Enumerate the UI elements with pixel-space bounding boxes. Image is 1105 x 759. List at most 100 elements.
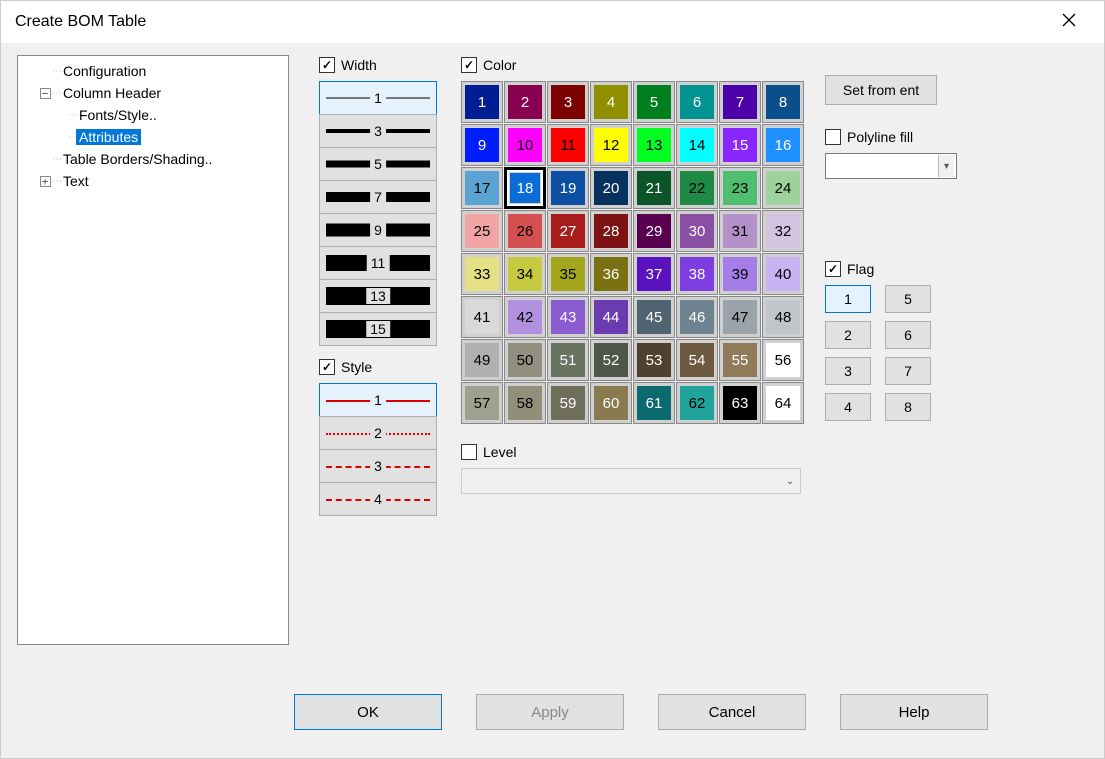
tree-item[interactable]: ⋯Table Borders/Shading.. (22, 148, 284, 170)
polyline-fill-combo[interactable]: ▾ (825, 153, 957, 179)
color-swatch[interactable]: 59 (547, 382, 589, 424)
color-swatch[interactable]: 9 (461, 124, 503, 166)
color-swatch[interactable]: 5 (633, 81, 675, 123)
flag-option[interactable]: 6 (885, 321, 931, 349)
flag-checkbox[interactable] (825, 261, 841, 277)
color-swatch[interactable]: 19 (547, 167, 589, 209)
color-swatch[interactable]: 45 (633, 296, 675, 338)
color-swatch[interactable]: 1 (461, 81, 503, 123)
color-swatch[interactable]: 31 (719, 210, 761, 252)
color-swatch[interactable]: 8 (762, 81, 804, 123)
width-option[interactable]: 7 (319, 180, 437, 214)
width-option[interactable]: 13 (319, 279, 437, 313)
cancel-button[interactable]: Cancel (658, 694, 806, 730)
color-swatch[interactable]: 30 (676, 210, 718, 252)
color-swatch[interactable]: 27 (547, 210, 589, 252)
width-option[interactable]: 11 (319, 246, 437, 280)
help-button[interactable]: Help (840, 694, 988, 730)
style-option[interactable]: 4 (319, 482, 437, 516)
tree-item[interactable]: −⋯Column Header (22, 82, 284, 104)
color-swatch[interactable]: 26 (504, 210, 546, 252)
color-swatch[interactable]: 13 (633, 124, 675, 166)
color-swatch[interactable]: 44 (590, 296, 632, 338)
tree-expander[interactable]: + (38, 176, 52, 187)
color-swatch[interactable]: 25 (461, 210, 503, 252)
tree-item-label[interactable]: Fonts/Style.. (76, 107, 160, 123)
color-swatch[interactable]: 42 (504, 296, 546, 338)
color-swatch[interactable]: 53 (633, 339, 675, 381)
width-option[interactable]: 15 (319, 312, 437, 346)
color-swatch[interactable]: 46 (676, 296, 718, 338)
width-option[interactable]: 5 (319, 147, 437, 181)
flag-option[interactable]: 8 (885, 393, 931, 421)
color-checkbox[interactable] (461, 57, 477, 73)
color-swatch[interactable]: 34 (504, 253, 546, 295)
color-swatch[interactable]: 37 (633, 253, 675, 295)
color-swatch[interactable]: 55 (719, 339, 761, 381)
color-swatch[interactable]: 60 (590, 382, 632, 424)
flag-checkbox-row[interactable]: Flag (825, 259, 961, 279)
apply-button[interactable]: Apply (476, 694, 624, 730)
tree-item-label[interactable]: Configuration (60, 63, 149, 79)
style-option[interactable]: 3 (319, 449, 437, 483)
flag-option[interactable]: 7 (885, 357, 931, 385)
color-swatch[interactable]: 64 (762, 382, 804, 424)
color-swatch[interactable]: 54 (676, 339, 718, 381)
color-swatch[interactable]: 52 (590, 339, 632, 381)
width-checkbox[interactable] (319, 57, 335, 73)
tree-item[interactable]: +⋯Text (22, 170, 284, 192)
color-swatch[interactable]: 43 (547, 296, 589, 338)
color-swatch[interactable]: 38 (676, 253, 718, 295)
color-swatch[interactable]: 48 (762, 296, 804, 338)
width-checkbox-row[interactable]: Width (319, 55, 437, 75)
level-checkbox-row[interactable]: Level (461, 442, 801, 462)
width-option[interactable]: 1 (319, 81, 437, 115)
color-swatch[interactable]: 20 (590, 167, 632, 209)
color-swatch[interactable]: 22 (676, 167, 718, 209)
color-swatch[interactable]: 33 (461, 253, 503, 295)
color-swatch[interactable]: 32 (762, 210, 804, 252)
color-swatch[interactable]: 3 (547, 81, 589, 123)
ok-button[interactable]: OK (294, 694, 442, 730)
color-swatch[interactable]: 16 (762, 124, 804, 166)
tree-item[interactable]: ⋯Fonts/Style.. (22, 104, 284, 126)
polyline-fill-checkbox[interactable] (825, 129, 841, 145)
color-checkbox-row[interactable]: Color (461, 55, 801, 75)
flag-option[interactable]: 4 (825, 393, 871, 421)
tree-item-label[interactable]: Text (60, 173, 92, 189)
flag-option[interactable]: 1 (825, 285, 871, 313)
color-swatch[interactable]: 29 (633, 210, 675, 252)
tree-item-label[interactable]: Attributes (76, 129, 141, 145)
flag-option[interactable]: 2 (825, 321, 871, 349)
tree-item[interactable]: ⋯Attributes (22, 126, 284, 148)
color-swatch[interactable]: 10 (504, 124, 546, 166)
tree-expander[interactable] (38, 65, 52, 77)
color-swatch[interactable]: 57 (461, 382, 503, 424)
color-swatch[interactable]: 56 (762, 339, 804, 381)
style-checkbox[interactable] (319, 359, 335, 375)
tree-item-label[interactable]: Column Header (60, 85, 164, 101)
color-swatch[interactable]: 11 (547, 124, 589, 166)
color-swatch[interactable]: 2 (504, 81, 546, 123)
color-swatch[interactable]: 7 (719, 81, 761, 123)
tree-panel[interactable]: ⋯Configuration−⋯Column Header ⋯Fonts/Sty… (17, 55, 289, 645)
color-swatch[interactable]: 15 (719, 124, 761, 166)
tree-expander[interactable] (38, 153, 52, 165)
level-checkbox[interactable] (461, 444, 477, 460)
polyline-fill-checkbox-row[interactable]: Polyline fill (825, 127, 961, 147)
tree-item-label[interactable]: Table Borders/Shading.. (60, 151, 215, 167)
tree-expander[interactable]: − (38, 88, 52, 99)
color-swatch[interactable]: 21 (633, 167, 675, 209)
tree-item[interactable]: ⋯Configuration (22, 60, 284, 82)
style-option[interactable]: 1 (319, 383, 437, 417)
color-swatch[interactable]: 6 (676, 81, 718, 123)
color-swatch[interactable]: 49 (461, 339, 503, 381)
color-swatch[interactable]: 63 (719, 382, 761, 424)
level-combo[interactable]: ⌄ (461, 468, 801, 494)
flag-option[interactable]: 3 (825, 357, 871, 385)
color-swatch[interactable]: 14 (676, 124, 718, 166)
color-swatch[interactable]: 35 (547, 253, 589, 295)
color-swatch[interactable]: 17 (461, 167, 503, 209)
color-swatch[interactable]: 24 (762, 167, 804, 209)
color-swatch[interactable]: 4 (590, 81, 632, 123)
